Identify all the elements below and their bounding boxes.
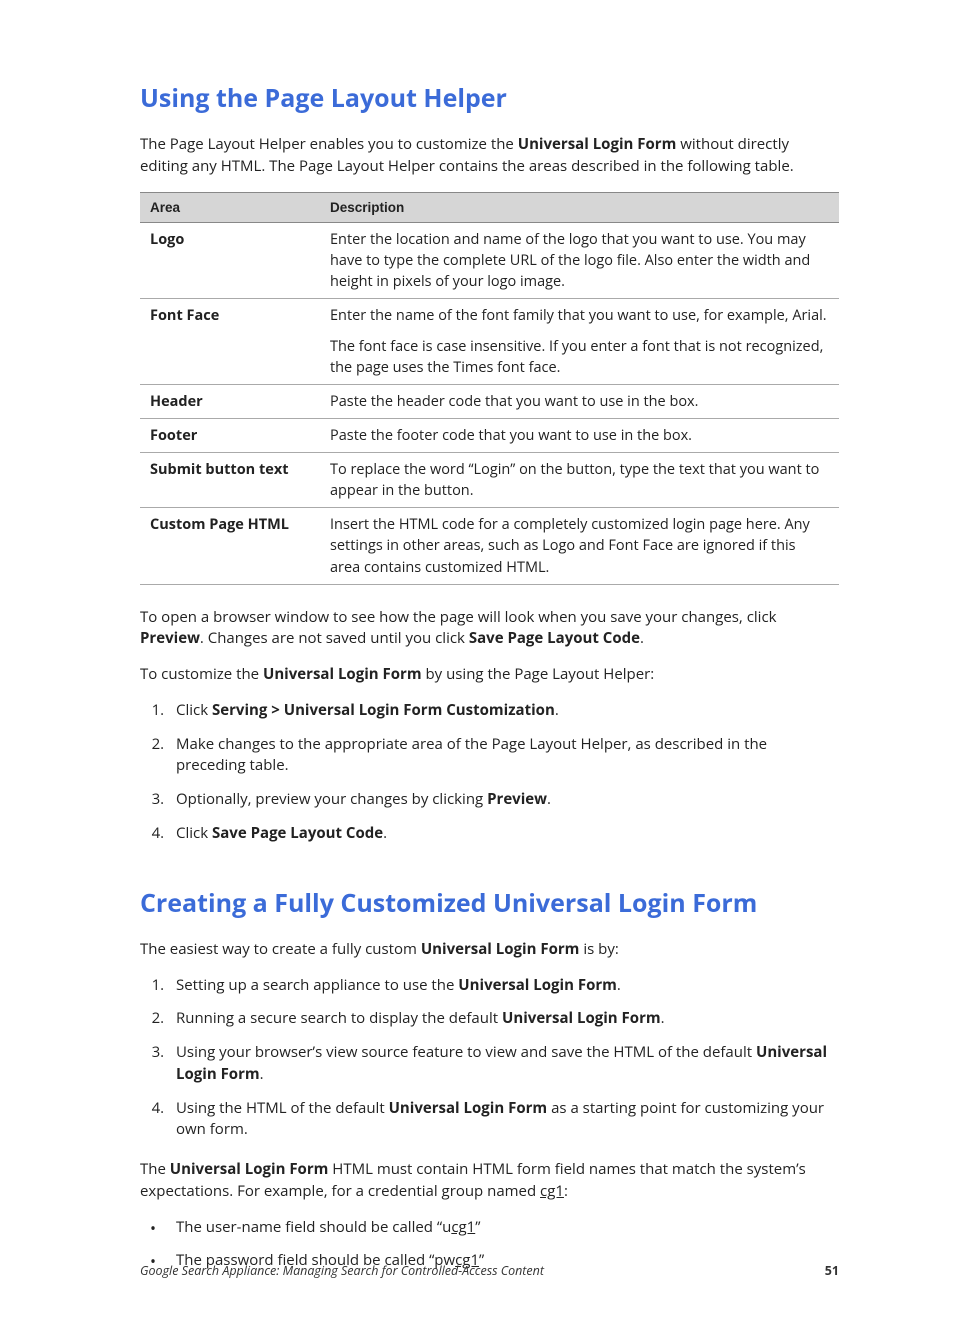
table-header-description: Description bbox=[320, 192, 839, 223]
layout-helper-table: Area Description Logo Enter the location… bbox=[140, 192, 839, 585]
list-item: Optionally, preview your changes by clic… bbox=[168, 789, 839, 811]
paragraph: The easiest way to create a fully custom… bbox=[140, 939, 839, 961]
paragraph: The Page Layout Helper enables you to cu… bbox=[140, 134, 839, 178]
page-footer: Google Search Appliance: Managing Search… bbox=[140, 1262, 839, 1280]
list-item: The user-name field should be called “uc… bbox=[168, 1217, 839, 1239]
table-row: Font Face Enter the name of the font fam… bbox=[140, 299, 839, 385]
table-row: Footer Paste the footer code that you wa… bbox=[140, 419, 839, 453]
table-row: Header Paste the header code that you wa… bbox=[140, 385, 839, 419]
table-row: Custom Page HTML Insert the HTML code fo… bbox=[140, 508, 839, 584]
ordered-list: Setting up a search appliance to use the… bbox=[140, 975, 839, 1142]
heading-creating-custom-login-form: Creating a Fully Customized Universal Lo… bbox=[140, 885, 839, 921]
page-number: 51 bbox=[825, 1262, 839, 1280]
heading-using-page-layout-helper: Using the Page Layout Helper bbox=[140, 80, 839, 116]
footer-title: Google Search Appliance: Managing Search… bbox=[140, 1262, 544, 1280]
table-row: Submit button text To replace the word “… bbox=[140, 453, 839, 508]
list-item: Using your browser’s view source feature… bbox=[168, 1042, 839, 1086]
list-item: Make changes to the appropriate area of … bbox=[168, 734, 839, 778]
list-item: Setting up a search appliance to use the… bbox=[168, 975, 839, 997]
list-item: Click Save Page Layout Code. bbox=[168, 823, 839, 845]
paragraph: The Universal Login Form HTML must conta… bbox=[140, 1159, 839, 1203]
document-page: Using the Page Layout Helper The Page La… bbox=[0, 0, 954, 1330]
ordered-list: Click Serving > Universal Login Form Cus… bbox=[140, 700, 839, 845]
list-item: Click Serving > Universal Login Form Cus… bbox=[168, 700, 839, 722]
paragraph: To customize the Universal Login Form by… bbox=[140, 664, 839, 686]
list-item: Using the HTML of the default Universal … bbox=[168, 1098, 839, 1142]
table-row: Logo Enter the location and name of the … bbox=[140, 223, 839, 299]
table-header-area: Area bbox=[140, 192, 320, 223]
list-item: Running a secure search to display the d… bbox=[168, 1008, 839, 1030]
paragraph: To open a browser window to see how the … bbox=[140, 607, 839, 651]
